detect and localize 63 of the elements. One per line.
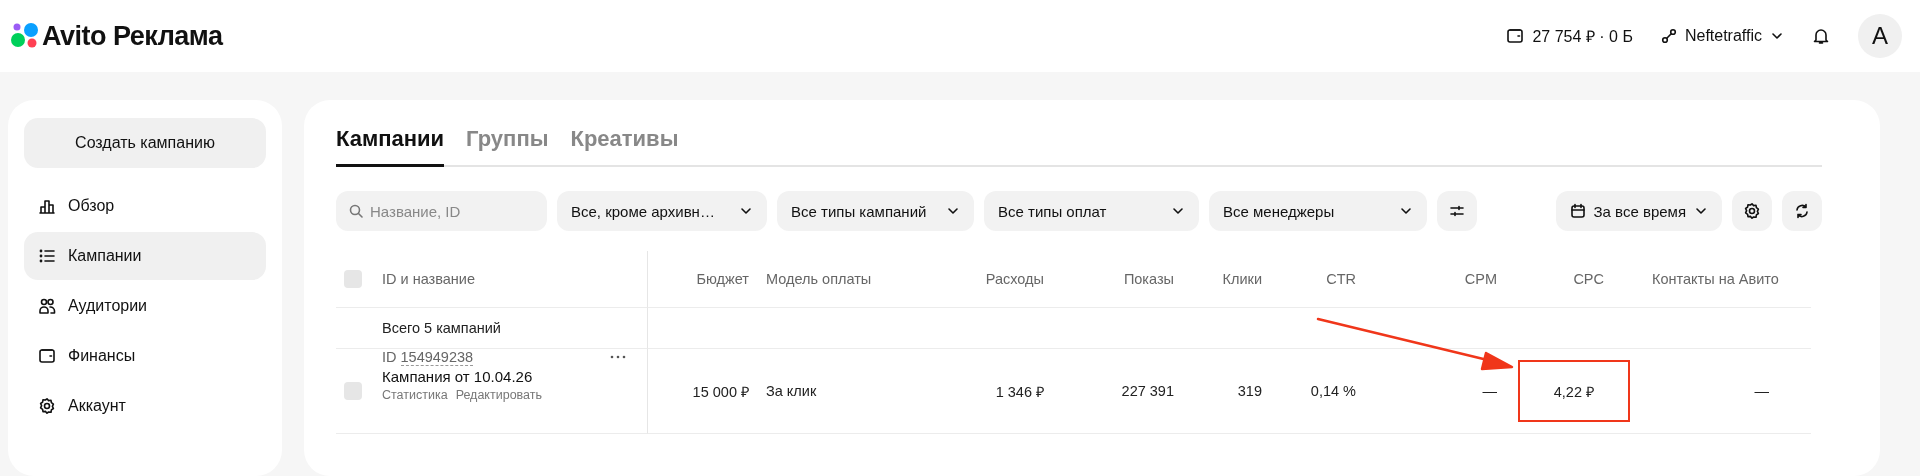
tab[interactable]: Креативы: [570, 122, 679, 167]
more-dots-icon: [609, 354, 627, 360]
wallet-icon: [1506, 27, 1525, 45]
bell-icon: [1812, 27, 1830, 45]
row-link[interactable]: Редактировать: [455, 388, 542, 402]
column-header: Модель оплаты: [766, 271, 872, 287]
filter-dropdown[interactable]: Все, кроме архивн…: [557, 191, 767, 231]
column-header: CPM: [1464, 271, 1497, 287]
checkbox[interactable]: [344, 382, 362, 400]
table-cell-text: 1 346 ₽: [995, 383, 1044, 401]
table-cell-text: 15 000 ₽: [692, 383, 749, 401]
table-cell: За клик: [766, 383, 817, 399]
account-switcher[interactable]: Neftetraffic: [1660, 27, 1784, 45]
wallet-icon: [38, 347, 56, 365]
table-cell: —: [1754, 383, 1769, 399]
refresh-button[interactable]: [1782, 191, 1822, 231]
create-campaign-button[interactable]: Создать кампанию: [24, 118, 266, 168]
people-icon: [38, 297, 56, 315]
bar-chart-icon: [38, 197, 56, 215]
column-header: Показы: [1123, 271, 1174, 287]
tab[interactable]: Кампании: [336, 122, 445, 167]
gear-icon: [38, 397, 56, 415]
period-dropdown[interactable]: За все время: [1555, 191, 1722, 231]
settings-icon: [1743, 202, 1761, 220]
campaign-name: Кампания от 10.04.26: [382, 368, 534, 385]
column-header: Клики: [1222, 271, 1262, 287]
column-header: Контакты на Авито: [1652, 271, 1779, 287]
sidebar-item[interactable]: Финансы: [24, 332, 266, 380]
row-link[interactable]: Статистика: [382, 388, 448, 402]
list-icon: [38, 247, 56, 265]
table-cell: —: [1482, 383, 1497, 399]
link-icon: [1660, 28, 1677, 44]
table-cell: 0,14 %: [1310, 383, 1356, 399]
table-cell: 4,22 ₽: [1517, 360, 1630, 422]
filter-dropdown[interactable]: Все менеджеры: [1209, 191, 1427, 231]
checkbox[interactable]: [344, 270, 362, 288]
calendar-icon: [1569, 203, 1586, 219]
column-header: ID и название: [382, 271, 475, 287]
avatar[interactable]: A: [1858, 14, 1902, 58]
table-cell: 319: [1237, 383, 1262, 399]
notifications-button[interactable]: [1812, 27, 1830, 45]
sidebar-item[interactable]: Обзор: [24, 182, 266, 230]
tab[interactable]: Группы: [466, 122, 549, 167]
settings-button[interactable]: [1732, 191, 1772, 231]
sidebar-item[interactable]: Аудитории: [24, 282, 266, 330]
logo-text: Avito Реклама: [42, 20, 223, 52]
sidebar-item[interactable]: Кампании: [24, 232, 266, 280]
refresh-icon: [1794, 203, 1810, 219]
summary-text: Всего 5 кампаний: [382, 320, 501, 336]
logo-dots-icon: [10, 22, 40, 50]
sidebar-item[interactable]: Аккаунт: [24, 382, 266, 430]
filter-dropdown[interactable]: Все типы кампаний: [777, 191, 974, 231]
column-header: CPC: [1573, 271, 1604, 287]
column-header: CTR: [1326, 271, 1356, 287]
sliders-icon: [1449, 203, 1465, 219]
filter-dropdown[interactable]: Все типы оплат: [984, 191, 1199, 231]
campaign-id: ID 154949238: [382, 349, 474, 365]
filter-settings-button[interactable]: [1437, 191, 1477, 231]
table-cell: 227 391: [1121, 383, 1174, 399]
column-header: Расходы: [985, 271, 1044, 287]
column-header: Бюджет: [696, 271, 749, 287]
balance-link[interactable]: 27 754 ₽ · 0 Б: [1506, 25, 1633, 47]
search-field[interactable]: Название, ID: [336, 191, 547, 231]
